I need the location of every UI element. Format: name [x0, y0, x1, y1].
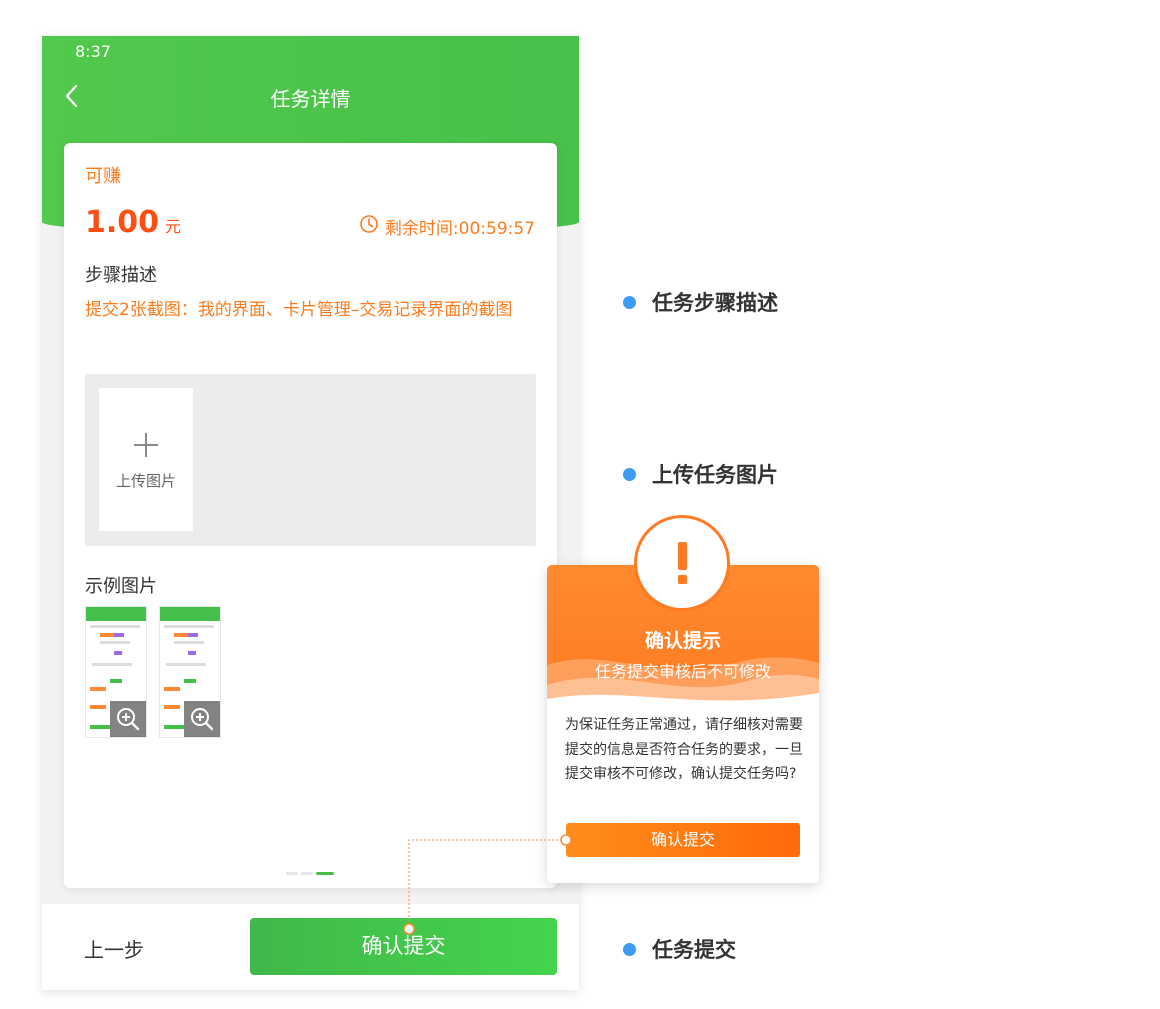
confirm-dialog: 确认提示 任务提交审核后不可修改 为保证任务正常通过，请仔细核对需要提交的信息是…	[547, 565, 819, 883]
dialog-message: 为保证任务正常通过，请仔细核对需要提交的信息是否符合任务的要求，一旦提交审核不可…	[565, 717, 803, 782]
task-card: 可赚 1.00 元 剩余时间:00:59:57 步骤描述 提交2张截图：我的界面、…	[64, 143, 557, 888]
example-image-2[interactable]	[159, 606, 221, 738]
upload-area: 上传图片	[85, 374, 536, 546]
page-title: 任务详情	[270, 87, 351, 111]
phone-screen: 8:37 任务详情 可赚 1.00 元 剩余时间:00:59:57 步骤描述 提交…	[42, 36, 579, 990]
countdown-timer: 剩余时间:00:59:57	[359, 214, 535, 239]
example-image-1[interactable]	[85, 606, 147, 738]
annotation-label: 任务步骤描述	[652, 291, 778, 315]
clock-icon	[359, 214, 379, 239]
annotation-submit: 任务提交	[623, 934, 736, 964]
step-title: 步骤描述	[85, 265, 157, 286]
bullet-dot	[623, 942, 636, 956]
status-time: 8:37	[75, 42, 111, 61]
plus-icon	[134, 433, 158, 457]
previous-step-button[interactable]: 上一步	[84, 934, 144, 963]
step-description: 提交2张截图：我的界面、卡片管理–交易记录界面的截图	[85, 300, 513, 320]
annotation-step-description: 任务步骤描述	[623, 287, 778, 317]
confirm-submit-button[interactable]: 确认提交	[250, 918, 557, 975]
bullet-dot	[623, 467, 636, 481]
dialog-confirm-button[interactable]: 确认提交	[566, 823, 800, 857]
thumb-header	[160, 607, 220, 621]
page-dot-active	[316, 872, 334, 875]
zoom-in-icon[interactable]	[184, 701, 220, 737]
page-dot	[301, 872, 313, 875]
upload-image-button[interactable]: 上传图片	[99, 388, 193, 531]
zoom-in-icon[interactable]	[110, 701, 146, 737]
earn-label: 可赚	[85, 166, 121, 187]
dialog-title: 确认提示	[644, 630, 721, 652]
amount-unit: 元	[165, 217, 182, 236]
exclamation-icon	[634, 515, 730, 611]
annotation-label: 上传任务图片	[652, 463, 778, 487]
bullet-dot	[623, 295, 636, 309]
amount-value: 1.00	[85, 205, 160, 240]
dialog-subtitle: 任务提交审核后不可修改	[594, 662, 771, 681]
annotation-upload-image: 上传任务图片	[623, 459, 778, 489]
reward-amount: 1.00 元	[85, 205, 181, 240]
example-title: 示例图片	[85, 576, 157, 597]
thumb-header	[86, 607, 146, 621]
upload-label: 上传图片	[115, 472, 176, 490]
page-indicator	[286, 872, 334, 875]
remaining-time: 剩余时间:00:59:57	[384, 219, 535, 239]
annotation-label: 任务提交	[652, 938, 736, 962]
bottom-bar: 上一步 确认提交	[42, 904, 579, 990]
page-dot	[286, 872, 298, 875]
